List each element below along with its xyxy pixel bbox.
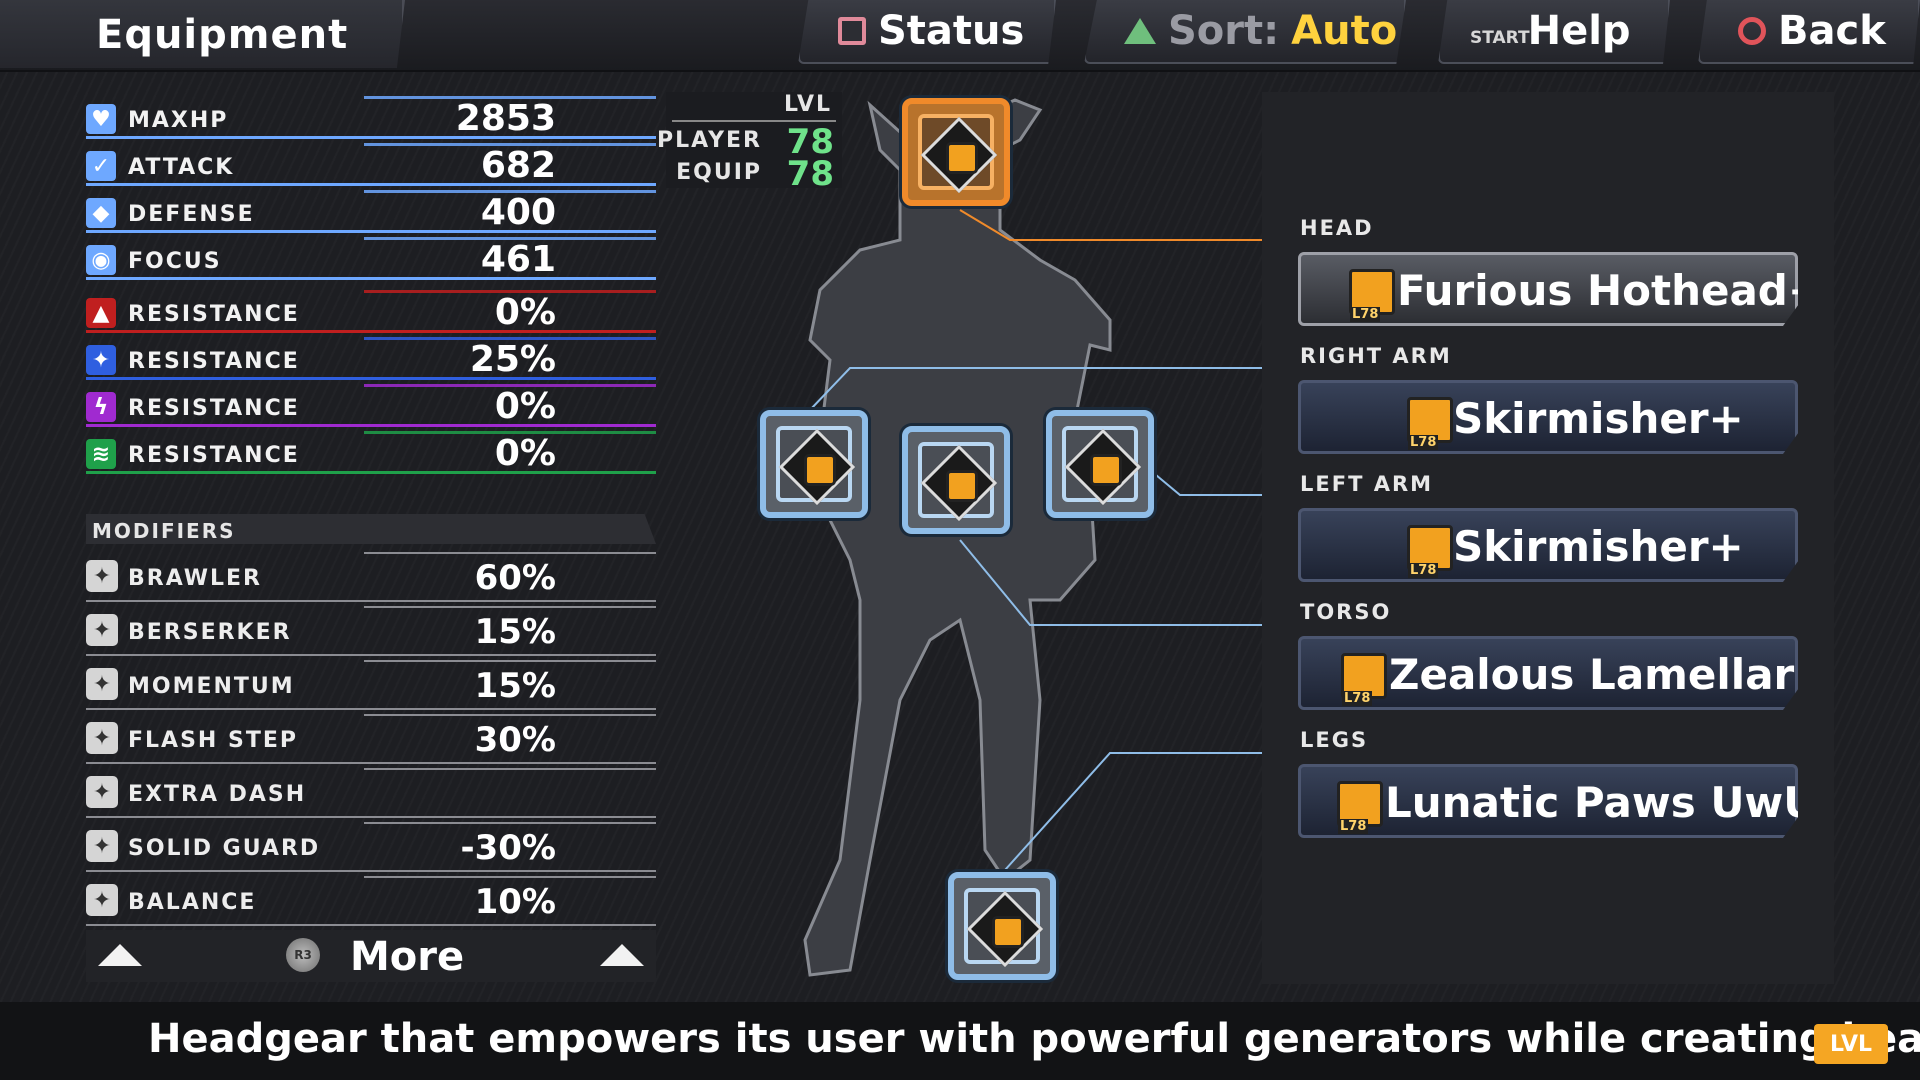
equip-slot-legs[interactable] (948, 872, 1056, 980)
equip-part-label: HEAD (1300, 216, 1374, 240)
item-icon (1407, 397, 1453, 450)
arm-armor-icon (804, 454, 836, 486)
equip-part-label: RIGHT ARM (1300, 344, 1452, 368)
head-armor-icon (946, 142, 978, 174)
equip-item-button[interactable]: Skirmisher+ (1298, 508, 1798, 582)
item-name: Zealous Lamellar+ (1389, 650, 1830, 699)
equip-part-label: LEFT ARM (1300, 472, 1434, 496)
legs-armor-icon (992, 916, 1024, 948)
equip-slot-head[interactable] (902, 98, 1010, 206)
equip-part-label: TORSO (1300, 600, 1392, 624)
equip-item-button[interactable]: Skirmisher+ (1298, 380, 1798, 454)
item-name: Skirmisher+ (1453, 394, 1744, 443)
equip-part-label: LEGS (1300, 728, 1369, 752)
equip-slot-right-arm[interactable] (760, 410, 868, 518)
item-icon (1407, 525, 1453, 578)
equip-slot-torso[interactable] (902, 426, 1010, 534)
equip-item-button[interactable]: Furious Hothead+ (1298, 252, 1798, 326)
item-name: Furious Hothead+ (1397, 266, 1824, 315)
equip-slot-left-arm[interactable] (1046, 410, 1154, 518)
description-bar: Headgear that empowers its user with pow… (0, 1002, 1920, 1080)
item-name: Skirmisher+ (1453, 522, 1744, 571)
item-description: Headgear that empowers its user with pow… (148, 1016, 1920, 1062)
arm-armor-icon (1090, 454, 1122, 486)
equip-item-button[interactable]: Zealous Lamellar+ (1298, 636, 1798, 710)
level-badge[interactable]: LVL (1814, 1024, 1888, 1064)
item-icon (1349, 269, 1395, 322)
item-name: Lunatic Paws UwU (1385, 778, 1818, 827)
item-icon (1341, 653, 1387, 706)
equip-item-button[interactable]: Lunatic Paws UwU (1298, 764, 1798, 838)
item-icon (1337, 781, 1383, 834)
torso-armor-icon (946, 470, 978, 502)
